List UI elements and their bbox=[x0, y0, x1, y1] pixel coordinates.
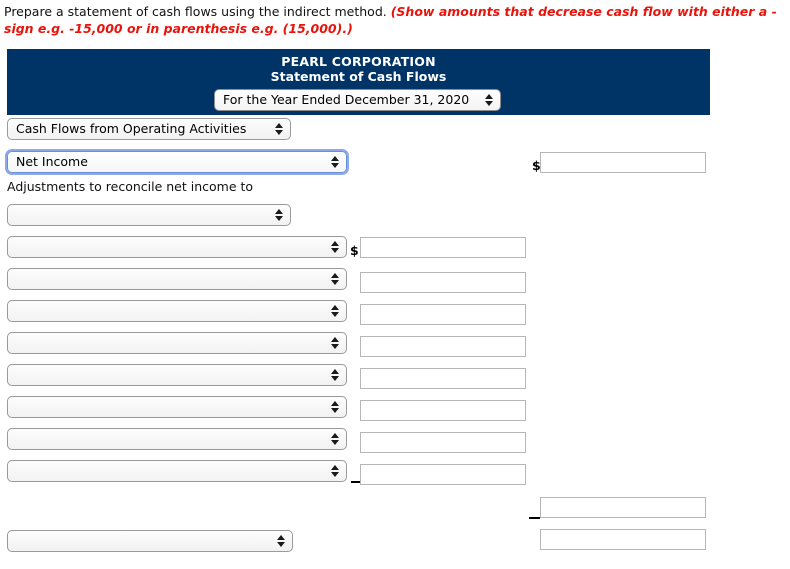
chevron-updown-icon bbox=[330, 397, 339, 417]
instructions: Prepare a statement of cash flows using … bbox=[4, 3, 788, 37]
net-income-amount-input[interactable] bbox=[540, 152, 706, 173]
period-select[interactable]: For the Year Ended December 31, 2020 bbox=[214, 89, 501, 111]
chevron-updown-icon bbox=[330, 301, 339, 321]
net-income-select-value: Net Income bbox=[16, 154, 88, 169]
total-amount-input[interactable] bbox=[540, 529, 706, 550]
adjustments-header-select[interactable] bbox=[7, 204, 291, 226]
line-item-amount-input[interactable] bbox=[360, 464, 526, 485]
chevron-updown-icon bbox=[274, 119, 283, 139]
chevron-updown-icon bbox=[330, 461, 339, 481]
chevron-updown-icon bbox=[274, 205, 283, 225]
line-item-select[interactable] bbox=[7, 396, 347, 418]
line-item-select[interactable] bbox=[7, 332, 347, 354]
line-item-amount-input[interactable] bbox=[360, 400, 526, 421]
subtotal-rule bbox=[351, 481, 360, 483]
line-item-amount-input[interactable] bbox=[360, 432, 526, 453]
line-item-select[interactable] bbox=[7, 268, 347, 290]
line-item-select[interactable] bbox=[7, 364, 347, 386]
chevron-updown-icon bbox=[330, 269, 339, 289]
line-item-amount-input[interactable] bbox=[360, 368, 526, 389]
section-select-value: Cash Flows from Operating Activities bbox=[16, 121, 247, 136]
line-item-amount-input[interactable] bbox=[360, 272, 526, 293]
net-income-select[interactable]: Net Income bbox=[7, 151, 347, 173]
company-name: PEARL CORPORATION bbox=[281, 54, 436, 69]
instructions-main: Prepare a statement of cash flows using … bbox=[4, 4, 387, 19]
line-item-select[interactable] bbox=[7, 428, 347, 450]
line-item-select[interactable] bbox=[7, 236, 347, 258]
adjustments-label: Adjustments to reconcile net income to bbox=[7, 179, 254, 194]
chevron-updown-icon bbox=[330, 429, 339, 449]
chevron-updown-icon bbox=[330, 152, 339, 172]
period-select-value: For the Year Ended December 31, 2020 bbox=[223, 92, 470, 107]
line-item-amount-input[interactable] bbox=[360, 304, 526, 325]
chevron-updown-icon bbox=[330, 365, 339, 385]
chevron-updown-icon bbox=[330, 333, 339, 353]
chevron-updown-icon bbox=[484, 90, 493, 110]
total-rule bbox=[529, 517, 540, 519]
line-item-select[interactable] bbox=[7, 460, 347, 482]
line-item-select[interactable] bbox=[7, 300, 347, 322]
chevron-updown-icon bbox=[276, 531, 285, 551]
subtotal-amount-input[interactable] bbox=[540, 497, 706, 518]
line-item-amount-input[interactable] bbox=[360, 336, 526, 357]
line-item-dollar-sign: $ bbox=[350, 243, 359, 258]
line-item-amount-input[interactable] bbox=[360, 237, 526, 258]
closing-select[interactable] bbox=[7, 530, 293, 552]
chevron-updown-icon bbox=[330, 237, 339, 257]
section-select[interactable]: Cash Flows from Operating Activities bbox=[7, 118, 291, 140]
statement-title: Statement of Cash Flows bbox=[270, 69, 447, 84]
